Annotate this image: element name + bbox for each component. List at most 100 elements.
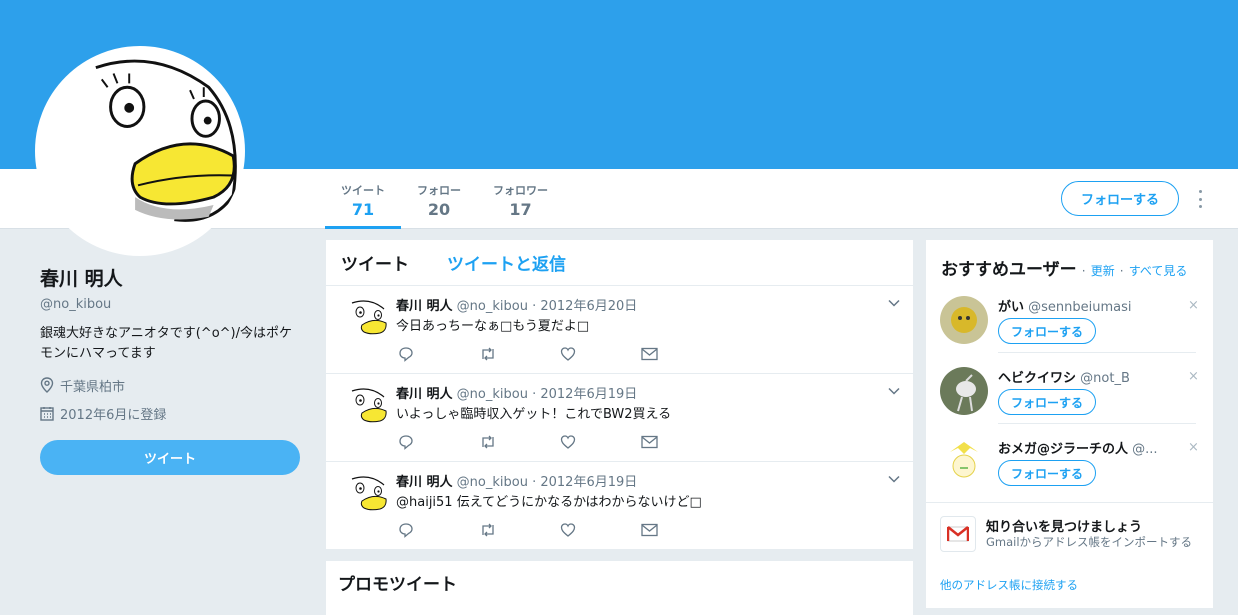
tweet-text: 今日あっちーなぁ□もう夏だよ□ xyxy=(396,319,590,334)
reply-icon[interactable] xyxy=(398,434,479,450)
profile-avatar[interactable] xyxy=(35,46,245,256)
find-friends[interactable]: 知り合いを見つけましょう Gmailからアドレス帳をインポートする xyxy=(940,516,1200,556)
other-address-book-link[interactable]: 他のアドレス帳に接続する xyxy=(940,577,1078,593)
tweet-text: @haiji51 伝えてどうにかなるかはわからないけど□ xyxy=(396,495,702,510)
see-all-link[interactable]: すべて見る xyxy=(1129,264,1188,278)
tweet-author-handle[interactable]: @no_kibou xyxy=(457,387,528,402)
stat-tweets[interactable]: ツイート 71 xyxy=(325,178,401,229)
avatar[interactable] xyxy=(940,296,988,344)
chevron-down-icon[interactable] xyxy=(887,384,901,398)
joined-text: 2012年6月に登録 xyxy=(60,407,167,423)
follow-user-button[interactable]: フォローする xyxy=(998,318,1096,344)
location-pin-icon xyxy=(40,377,54,393)
who-to-follow-header: おすすめユーザー · 更新 · すべて見る xyxy=(941,255,1187,280)
tweet-author-handle[interactable]: @no_kibou xyxy=(457,299,528,314)
find-friends-title: 知り合いを見つけましょう xyxy=(986,520,1143,535)
follow-user-button[interactable]: フォローする xyxy=(998,389,1096,415)
tweet-item[interactable]: 春川 明人 @no_kibou · 2012年6月20日今日あっちーなぁ□もう夏… xyxy=(326,286,913,374)
stat-value: 17 xyxy=(509,200,532,219)
who-to-follow: おすすめユーザー · 更新 · すべて見る がい @sennbeiumasi フ… xyxy=(926,240,1213,608)
retweet-icon[interactable] xyxy=(479,434,560,450)
stat-label: フォロー xyxy=(417,184,461,197)
tweet-header: 春川 明人 @no_kibou · 2012年6月19日 xyxy=(396,383,637,402)
tweet-author-name[interactable]: 春川 明人 xyxy=(396,475,453,490)
tweet-author-handle[interactable]: @no_kibou xyxy=(457,475,528,490)
tweet-item[interactable]: 春川 明人 @no_kibou · 2012年6月19日 @haiji51 伝えて… xyxy=(326,462,913,550)
profile-handle[interactable]: @no_kibou xyxy=(40,297,302,312)
chevron-down-icon[interactable] xyxy=(887,296,901,310)
tweet-author-name[interactable]: 春川 明人 xyxy=(396,299,453,314)
stat-following[interactable]: フォロー 20 xyxy=(401,178,477,229)
who-to-follow-title: おすすめユーザー xyxy=(941,260,1077,280)
tweet-author-name[interactable]: 春川 明人 xyxy=(396,387,453,402)
tab-tweets-and-replies[interactable]: ツイートと返信 xyxy=(447,250,566,275)
reply-icon[interactable] xyxy=(398,346,479,362)
separator: · xyxy=(1081,264,1086,278)
profile-card: 春川 明人 @no_kibou 銀魂大好きなアニオタです(^o^)/今はポケモン… xyxy=(40,264,302,423)
tweet-avatar[interactable] xyxy=(340,295,388,343)
gmail-icon xyxy=(940,516,976,552)
divider xyxy=(998,423,1196,424)
stat-value: 71 xyxy=(351,200,375,219)
promoted-tweets-title: プロモツイート xyxy=(338,575,457,595)
recommendation-name[interactable]: おメガ@ジラーチの人 @... xyxy=(998,438,1188,457)
tweet-actions xyxy=(398,522,722,538)
recommendation-item: がい @sennbeiumasi フォローする × xyxy=(940,296,1200,366)
find-friends-subtitle: Gmailからアドレス帳をインポートする xyxy=(986,535,1193,549)
direct-message-icon[interactable] xyxy=(641,434,722,450)
profile-name: 春川 明人 xyxy=(40,268,123,290)
profile-bio: 銀魂大好きなアニオタです(^o^)/今はポケモンにハマってます xyxy=(40,326,293,361)
divider xyxy=(926,502,1213,503)
tweet-text: いよっしゃ臨時収入ゲット！これでBW2買える xyxy=(396,407,672,422)
recommendation-item: ヘビクイワシ @not_B フォローする × xyxy=(940,367,1200,437)
calendar-icon xyxy=(40,406,54,421)
more-options-icon[interactable] xyxy=(1192,190,1208,208)
tab-tweets[interactable]: ツイート xyxy=(341,250,409,275)
tweet-date[interactable]: · 2012年6月19日 xyxy=(532,387,637,402)
avatar[interactable] xyxy=(940,438,988,486)
refresh-link[interactable]: 更新 xyxy=(1091,264,1115,278)
tweet-item[interactable]: 春川 明人 @no_kibou · 2012年6月19日いよっしゃ臨時収入ゲット… xyxy=(326,374,913,462)
like-icon[interactable] xyxy=(560,346,641,362)
separator: · xyxy=(1119,264,1124,278)
profile-location: 千葉県柏市 xyxy=(40,376,302,395)
follow-user-button[interactable]: フォローする xyxy=(998,460,1096,486)
reply-icon[interactable] xyxy=(398,522,479,538)
tweet-avatar[interactable] xyxy=(340,471,388,519)
tweet-date[interactable]: · 2012年6月20日 xyxy=(532,299,637,314)
avatar[interactable] xyxy=(940,367,988,415)
tweet-list: 春川 明人 @no_kibou · 2012年6月20日今日あっちーなぁ□もう夏… xyxy=(326,286,913,550)
tweet-header: 春川 明人 @no_kibou · 2012年6月19日 xyxy=(396,471,637,490)
chevron-down-icon[interactable] xyxy=(887,472,901,486)
stat-label: ツイート xyxy=(341,184,385,197)
profile-stats: ツイート 71 フォロー 20 フォロワー 17 xyxy=(325,178,564,229)
location-text: 千葉県柏市 xyxy=(60,379,126,395)
tweet-header: 春川 明人 @no_kibou · 2012年6月20日 xyxy=(396,295,637,314)
compose-tweet-button[interactable]: ツイート xyxy=(40,440,300,475)
like-icon[interactable] xyxy=(560,434,641,450)
timeline-tabs: ツイート ツイートと返信 xyxy=(326,240,913,286)
stat-label: フォロワー xyxy=(493,184,548,197)
profile-joined: 2012年6月に登録 xyxy=(40,404,302,423)
timeline: ツイート ツイートと返信 春川 明人 @no_kibou · 2012年6月20… xyxy=(326,240,913,550)
follow-button[interactable]: フォローする xyxy=(1061,181,1179,216)
stat-followers[interactable]: フォロワー 17 xyxy=(477,178,564,229)
retweet-icon[interactable] xyxy=(479,522,560,538)
tweet-avatar[interactable] xyxy=(340,383,388,431)
divider xyxy=(998,352,1196,353)
recommendation-name[interactable]: がい @sennbeiumasi xyxy=(998,296,1188,315)
like-icon[interactable] xyxy=(560,522,641,538)
dismiss-icon[interactable]: × xyxy=(1188,298,1199,313)
duck-avatar-image xyxy=(37,48,243,254)
dismiss-icon[interactable]: × xyxy=(1188,440,1199,455)
promoted-tweets: プロモツイート xyxy=(326,561,913,615)
recommendation-item: おメガ@ジラーチの人 @... フォローする × xyxy=(940,438,1200,508)
retweet-icon[interactable] xyxy=(479,346,560,362)
tweet-date[interactable]: · 2012年6月19日 xyxy=(532,475,637,490)
recommendation-name[interactable]: ヘビクイワシ @not_B xyxy=(998,367,1188,386)
direct-message-icon[interactable] xyxy=(641,522,722,538)
tweet-actions xyxy=(398,346,722,362)
tweet-actions xyxy=(398,434,722,450)
dismiss-icon[interactable]: × xyxy=(1188,369,1199,384)
direct-message-icon[interactable] xyxy=(641,346,722,362)
